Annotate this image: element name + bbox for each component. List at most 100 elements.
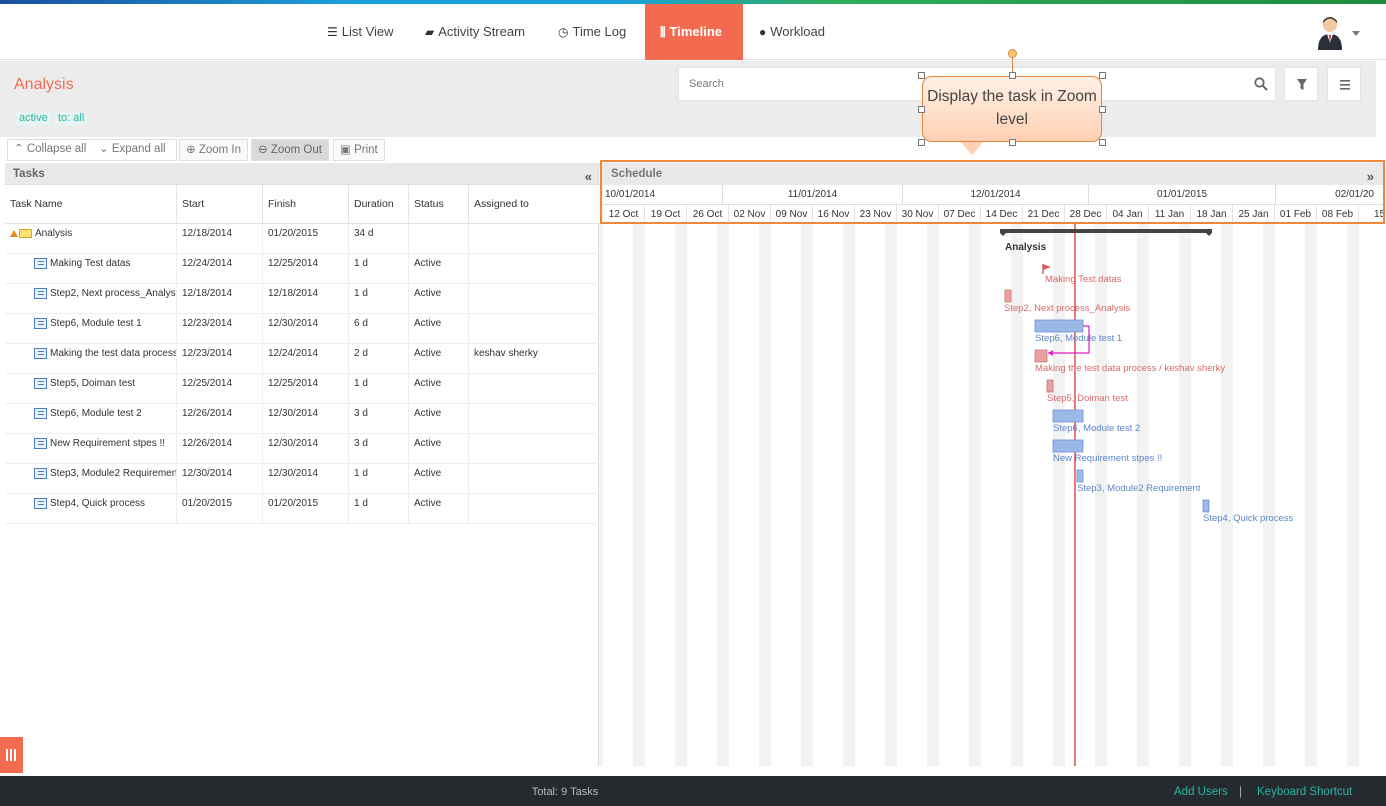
- col-status[interactable]: Status: [409, 185, 469, 224]
- weekend-stripe: [717, 224, 729, 766]
- chevron-up-icon: ⌃: [14, 143, 24, 155]
- task-row[interactable]: Step2, Next process_Analysi 12/18/2014 12/…: [5, 284, 599, 314]
- task-cell-start: 12/25/2014: [177, 374, 263, 404]
- user-avatar[interactable]: [1316, 16, 1344, 50]
- task-cell-assigned: [469, 464, 599, 494]
- print-button[interactable]: ▣ Print: [333, 139, 385, 161]
- callout-rotate-handle[interactable]: [1008, 49, 1017, 58]
- collapse-all-button[interactable]: ⌃ Collapse all: [14, 139, 86, 161]
- task-bar: [1046, 379, 1054, 393]
- task-row[interactable]: Making Test datas 12/24/2014 12/25/2014 1 d…: [5, 254, 599, 284]
- zoom-out-button[interactable]: ⊖ Zoom Out: [251, 139, 329, 161]
- milestone-flag: [1043, 264, 1051, 270]
- weekend-stripe: [633, 224, 645, 766]
- task-row[interactable]: Step6, Module test 2 12/26/2014 12/30/2014…: [5, 404, 599, 434]
- add-users-link[interactable]: Add Users: [1174, 786, 1228, 798]
- task-icon: [34, 257, 47, 269]
- side-panel-toggle[interactable]: [0, 737, 23, 773]
- month-label: 02/01/20: [1335, 189, 1374, 200]
- zoom-in-button[interactable]: ⊕ Zoom In: [179, 139, 249, 161]
- col-assigned-to[interactable]: Assigned to: [469, 185, 599, 224]
- month-label: 11/01/2014: [723, 185, 903, 205]
- filter-tag-assignee[interactable]: to: all: [55, 111, 88, 125]
- filter-button[interactable]: [1284, 67, 1318, 101]
- keyboard-shortcut-link[interactable]: Keyboard Shortcut: [1257, 786, 1352, 798]
- col-task-name[interactable]: Task Name: [5, 185, 177, 224]
- hamburger-icon: [1340, 80, 1350, 90]
- task-cell-duration: 1 d: [349, 494, 409, 524]
- task-cell-status: Active: [409, 314, 469, 344]
- task-cell-duration: 3 d: [349, 434, 409, 464]
- gantt-toolbar: ⌃ Collapse all ⌄ Expand all ⊕ Zoom In ⊖ …: [0, 137, 1376, 163]
- task-bar-label: Step2, Next process_Analysis: [1004, 303, 1130, 314]
- page-title: Analysis: [14, 76, 74, 93]
- task-row[interactable]: Analysis 12/18/2014 01/20/2015 34 d: [5, 224, 599, 254]
- task-cell-status: Active: [409, 284, 469, 314]
- task-icon: [34, 377, 47, 389]
- task-cell-start: 12/26/2014: [177, 404, 263, 434]
- col-duration[interactable]: Duration: [349, 185, 409, 224]
- col-finish[interactable]: Finish: [263, 185, 349, 224]
- expand-all-button[interactable]: ⌄ Expand all: [99, 139, 166, 161]
- task-row[interactable]: Step3, Module2 Requirement 12/30/2014 12/3…: [5, 464, 599, 494]
- nav-timeline[interactable]: ⫼ Timeline: [645, 4, 743, 60]
- task-cell-status: Active: [409, 434, 469, 464]
- resize-handle-e[interactable]: [1099, 106, 1106, 113]
- user-icon: ●: [759, 25, 767, 39]
- resize-handle-ne[interactable]: [1099, 72, 1106, 79]
- resize-handle-sw[interactable]: [918, 139, 925, 146]
- task-cell-status: Active: [409, 464, 469, 494]
- resize-handle-w[interactable]: [918, 106, 925, 113]
- menu-button[interactable]: [1327, 67, 1361, 101]
- task-cell-assigned: keshav sherky: [474, 348, 538, 359]
- search-icon[interactable]: [1254, 77, 1268, 91]
- task-row[interactable]: Step4, Quick process 01/20/2015 01/20/2015…: [5, 494, 599, 524]
- week-label: 23 Nov: [855, 205, 897, 224]
- task-icon: [34, 437, 47, 449]
- week-label: 14 Dec: [981, 205, 1023, 224]
- week-label: 09 Nov: [771, 205, 813, 224]
- task-cell-start: 12/18/2014: [177, 284, 263, 314]
- task-bar: [1052, 439, 1084, 453]
- resize-handle-se[interactable]: [1099, 139, 1106, 146]
- task-cell-start: 12/24/2014: [177, 254, 263, 284]
- task-total: Total: 9 Tasks: [531, 786, 599, 798]
- nav-time-log[interactable]: ◷ Time Log: [558, 4, 626, 60]
- resize-handle-nw[interactable]: [918, 72, 925, 79]
- resize-handle-n[interactable]: [1009, 72, 1016, 79]
- funnel-icon: [1297, 79, 1307, 90]
- image-icon: ▣: [340, 144, 351, 156]
- task-row[interactable]: Making the test data process 12/23/2014 12…: [5, 344, 599, 374]
- expand-triangle-icon[interactable]: [10, 229, 18, 237]
- tasks-panel: Tasks « Task Name Start Finish Duration …: [5, 163, 599, 766]
- weekend-stripe: [969, 224, 981, 766]
- task-row[interactable]: New Requirement stpes !! 12/26/2014 12/30/…: [5, 434, 599, 464]
- task-cell-duration: 3 d: [349, 404, 409, 434]
- task-cell-status: Active: [409, 404, 469, 434]
- task-cell-assigned: [469, 284, 599, 314]
- bars-icon: [6, 749, 8, 761]
- week-label: 01 Feb: [1275, 205, 1317, 224]
- task-cell-name: Step4, Quick process: [5, 494, 177, 524]
- task-row[interactable]: Step5, Doiman test 12/25/2014 12/25/2014 1 …: [5, 374, 599, 404]
- task-icon: [34, 287, 47, 299]
- nav-activity-stream[interactable]: ▰ Activity Stream: [425, 4, 525, 60]
- task-row[interactable]: Step6, Module test 1 12/23/2014 12/30/2014…: [5, 314, 599, 344]
- col-start[interactable]: Start: [177, 185, 263, 224]
- task-bar: [1034, 319, 1084, 333]
- task-cell-finish: 12/30/2014: [263, 404, 349, 434]
- schedule-panel: Schedule » 10/01/2014 11/01/2014 12/01/201…: [603, 163, 1384, 766]
- schedule-panel-header: Schedule »: [603, 163, 1384, 185]
- task-cell-finish: 01/20/2015: [263, 224, 349, 254]
- month-label: 10/01/2014: [603, 185, 723, 205]
- resize-handle-s[interactable]: [1009, 139, 1016, 146]
- task-cell-finish: 12/30/2014: [263, 434, 349, 464]
- folder-icon: [19, 228, 32, 238]
- footer-separator: |: [1239, 784, 1243, 798]
- user-menu-caret[interactable]: [1352, 31, 1360, 36]
- task-bar: [1004, 289, 1012, 303]
- nav-list-view[interactable]: ☰ List View: [327, 4, 394, 60]
- nav-workload[interactable]: ● Workload: [759, 4, 825, 60]
- week-label: 15: [1359, 205, 1384, 224]
- filter-tag-active[interactable]: active: [16, 111, 51, 125]
